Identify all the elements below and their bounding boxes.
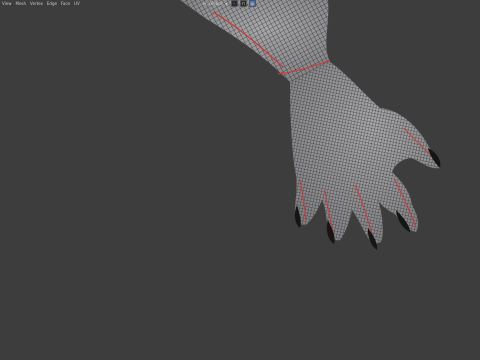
menu-face[interactable]: Face bbox=[59, 0, 72, 7]
menu-edge[interactable]: Edge bbox=[45, 0, 59, 7]
menu-view[interactable]: View bbox=[0, 0, 14, 7]
mesh-view bbox=[180, 0, 441, 250]
menu-mesh[interactable]: Mesh bbox=[14, 0, 29, 7]
snap-icon[interactable]: ⊓ bbox=[239, 0, 247, 7]
proportional-edit-icon[interactable]: ◎ bbox=[248, 0, 256, 7]
orientation-icon[interactable]: ⇄ bbox=[202, 1, 207, 6]
menu-vertex[interactable]: Vertex bbox=[28, 0, 45, 7]
transform-orientation-dropdown[interactable]: Global bbox=[209, 1, 222, 6]
menu-uv[interactable]: UV bbox=[72, 0, 82, 7]
viewport-header: View Mesh Vertex Edge Face UV ⇄ Global ▾… bbox=[0, 0, 480, 7]
header-menu: View Mesh Vertex Edge Face UV bbox=[0, 0, 82, 7]
chevron-down-icon[interactable]: ▾ bbox=[224, 1, 229, 6]
header-tools: ⇄ Global ▾ ◦ ⊓ ◎ ⋯ bbox=[202, 0, 263, 7]
3d-viewport[interactable]: View Mesh Vertex Edge Face UV ⇄ Global ▾… bbox=[0, 0, 480, 360]
overlay-icon[interactable]: ⋯ bbox=[258, 1, 263, 6]
pivot-icon[interactable]: ◦ bbox=[230, 0, 238, 7]
